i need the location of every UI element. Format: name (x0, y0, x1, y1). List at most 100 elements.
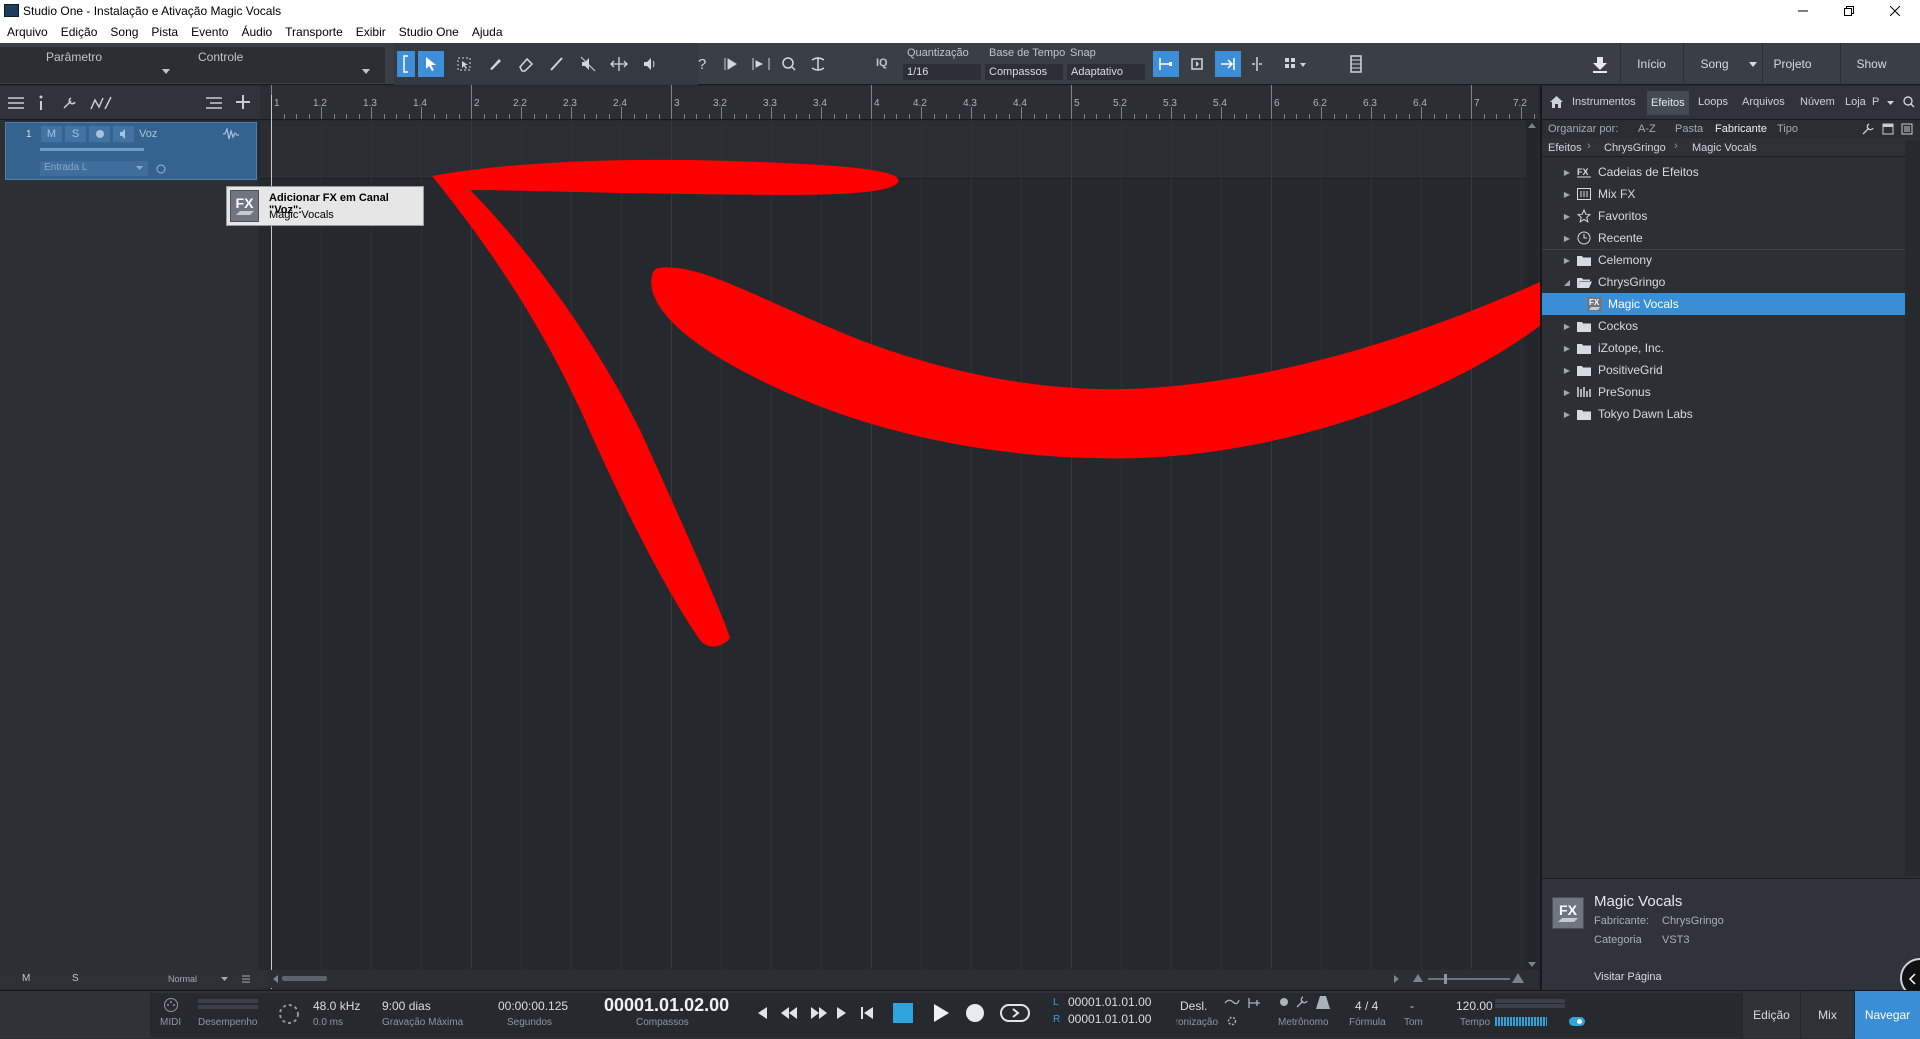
arrange-view[interactable] (260, 121, 1538, 969)
scroll-right-icon[interactable] (1394, 975, 1399, 983)
browser-item-favoritos[interactable]: ▶ Favoritos (1542, 205, 1920, 227)
expand-icon[interactable]: ▶ (1562, 234, 1572, 243)
scroll-down-icon[interactable] (1528, 962, 1536, 967)
nav-projeto-button[interactable]: Projeto (1762, 43, 1822, 85)
sort-fabricante[interactable]: Fabricante (1715, 123, 1767, 135)
controle-dropdown-icon[interactable] (362, 69, 370, 74)
record-icon[interactable] (964, 1002, 986, 1024)
wrench-icon[interactable] (62, 96, 78, 110)
metronome-record-icon[interactable] (1279, 997, 1289, 1007)
range-tool-icon[interactable] (451, 51, 477, 77)
mode-select[interactable]: Normal (168, 974, 197, 984)
zoom-icon[interactable] (776, 51, 802, 77)
rewind-bar-icon[interactable] (753, 1004, 771, 1022)
song-dropdown-icon[interactable] (1745, 43, 1761, 85)
menu-song[interactable]: Song (103, 22, 144, 43)
expand-icon[interactable]: ▶ (1562, 388, 1572, 397)
vertical-scrollbar[interactable] (1526, 121, 1538, 969)
nav-mix-button[interactable]: Mix (1800, 991, 1854, 1039)
browser-item-tokyo-dawn[interactable]: ▶ Tokyo Dawn Labs (1542, 403, 1920, 425)
snap-cursor-icon[interactable] (1215, 51, 1241, 77)
browser-view-icon[interactable] (1882, 123, 1894, 135)
forward-icon[interactable] (808, 1004, 830, 1022)
play-icon[interactable] (930, 1001, 952, 1025)
key-value[interactable]: - (1410, 999, 1414, 1013)
visitar-pagina-link[interactable]: Visitar Página (1594, 971, 1662, 983)
tab-efeitos[interactable]: Efeitos (1647, 91, 1689, 115)
master-volume-slider[interactable] (1495, 1017, 1547, 1026)
expand-icon[interactable]: ▶ (1562, 344, 1572, 353)
iq-label[interactable]: IQ (876, 57, 888, 69)
return-to-zero-icon[interactable] (858, 1004, 876, 1022)
timeline-ruler[interactable]: 1 1.2 1.3 1.4 2 2.2 2.3 2.4 3 3.2 3.3 3.4 4 4.2 4.3 4.4… (260, 85, 1560, 120)
playhead-cursor[interactable] (271, 95, 272, 989)
browser-scrollbar[interactable] (1905, 140, 1920, 876)
menu-edicao[interactable]: Edição (54, 22, 104, 43)
sort-az[interactable]: A-Z (1638, 123, 1656, 135)
range-bracket-icon[interactable] (397, 51, 415, 77)
tab-p[interactable]: P (1872, 96, 1879, 108)
add-track-icon[interactable] (236, 95, 250, 109)
split-tool-icon[interactable] (482, 51, 508, 77)
download-icon[interactable] (1582, 43, 1618, 85)
browser-item-magic-vocals[interactable]: FX Magic Vocals (1542, 293, 1920, 315)
sort-pasta[interactable]: Pasta (1675, 123, 1703, 135)
browser-item-positivegrid[interactable]: ▶ PositiveGrid (1542, 359, 1920, 381)
breadcrumb-efeitos[interactable]: Efeitos (1548, 142, 1582, 154)
browser-item-presonus[interactable]: ▶ PreSonus (1542, 381, 1920, 403)
automation-icon[interactable] (90, 96, 112, 110)
zoom-slider-handle[interactable] (1444, 974, 1447, 984)
browser-item-recente[interactable]: ▶ Recente (1542, 227, 1920, 249)
browser-settings-icon[interactable] (1862, 123, 1874, 135)
tap-icon[interactable] (1224, 997, 1240, 1007)
menu-audio[interactable]: Áudio (234, 22, 278, 43)
loop-icon[interactable] (998, 1002, 1032, 1024)
close-icon[interactable] (1872, 0, 1918, 22)
stop-icon[interactable] (893, 1003, 913, 1023)
record-arm-icon[interactable] (89, 126, 110, 142)
tabs-dropdown-icon[interactable] (1887, 101, 1894, 105)
metronome-settings-icon[interactable] (1296, 996, 1310, 1008)
rewind-icon[interactable] (778, 1004, 800, 1022)
tab-arquivos[interactable]: Arquivos (1742, 96, 1785, 108)
menu-ajuda[interactable]: Ajuda (465, 22, 509, 43)
menu-pista[interactable]: Pista (144, 22, 184, 43)
tempo-value[interactable]: 120.00 (1456, 999, 1493, 1013)
track-options-icon[interactable] (206, 97, 222, 109)
browser-item-cadeias[interactable]: ▶ FX Cadeias de Efeitos (1542, 161, 1920, 183)
grid-options-icon[interactable] (1282, 51, 1308, 77)
expand-icon[interactable]: ▶ (1562, 212, 1572, 221)
expand-icon[interactable]: ▶ (1562, 168, 1572, 177)
track-voz[interactable]: 1 M S Voz Entrada L (5, 122, 257, 180)
scroll-thumb[interactable] (282, 976, 327, 981)
scroll-left-icon[interactable] (273, 975, 278, 983)
sync-settings-icon[interactable] (1226, 1015, 1238, 1027)
footer-menu-icon[interactable] (242, 975, 250, 983)
browser-item-cockos[interactable]: ▶ Cockos (1542, 315, 1920, 337)
browser-search-icon[interactable] (1903, 96, 1915, 108)
expand-icon[interactable]: ▶ (1562, 322, 1572, 331)
timestretch-icon[interactable] (805, 51, 831, 77)
tab-nuvem[interactable]: Núvem (1800, 96, 1835, 108)
menu-evento[interactable]: Evento (184, 22, 234, 43)
listen-tool-icon[interactable] (637, 51, 663, 77)
expand-icon[interactable]: ▶ (1562, 366, 1572, 375)
collapse-icon[interactable]: ◢ (1562, 278, 1572, 287)
video-icon[interactable] (1343, 51, 1369, 77)
loop-start[interactable]: 00001.01.01.00 (1068, 995, 1151, 1009)
nav-song-button[interactable]: Song (1683, 43, 1745, 85)
snap-select[interactable]: Adaptativo (1067, 64, 1145, 80)
sync-value[interactable]: Desl. (1180, 999, 1207, 1013)
tab-loops[interactable]: Loops (1698, 96, 1728, 108)
menu-arquivo[interactable]: Arquivo (0, 22, 54, 43)
mute-tool-icon[interactable] (575, 51, 601, 77)
track-lane-voz[interactable] (260, 121, 1538, 179)
track-name[interactable]: Voz (139, 128, 157, 140)
mode-dropdown-icon[interactable] (221, 977, 228, 981)
expand-icon[interactable]: ▶ (1562, 190, 1572, 199)
follow-edit-icon[interactable] (748, 51, 774, 77)
nav-inicio-button[interactable]: Início (1620, 43, 1682, 85)
zoom-in-icon[interactable] (1512, 973, 1524, 983)
scroll-up-icon[interactable] (1528, 123, 1536, 128)
settings-dial-icon[interactable] (278, 1003, 300, 1025)
